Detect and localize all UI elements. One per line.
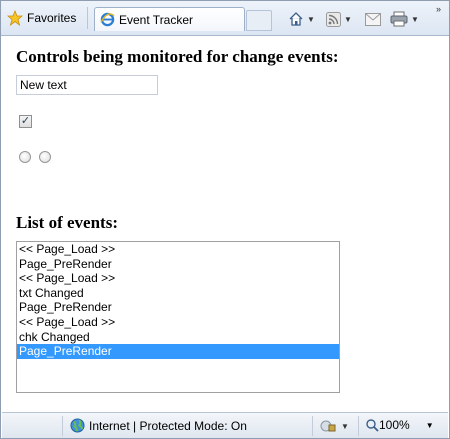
chevron-down-icon[interactable]: ▼ xyxy=(307,15,315,24)
mail-icon xyxy=(365,12,381,26)
magnifier-icon xyxy=(366,418,379,432)
security-zone[interactable]: Internet | Protected Mode: On xyxy=(70,418,247,433)
status-divider xyxy=(312,416,313,436)
chevron-down-icon[interactable]: ▼ xyxy=(344,15,352,24)
radio-button-1[interactable] xyxy=(19,151,31,163)
status-divider xyxy=(62,416,63,436)
chk-checkbox[interactable]: ✓ xyxy=(19,115,32,128)
zone-text: Internet | Protected Mode: On xyxy=(89,418,247,433)
chevron-double-icon[interactable]: » xyxy=(436,4,441,14)
radio-button-2[interactable] xyxy=(39,151,51,163)
chevron-down-icon[interactable]: ▼ xyxy=(411,15,419,24)
controls-heading: Controls being monitored for change even… xyxy=(16,47,339,66)
home-button[interactable]: ▼ xyxy=(288,10,315,28)
favorites-label: Favorites xyxy=(27,11,77,25)
chevron-down-icon[interactable]: ▼ xyxy=(341,422,349,431)
ie-icon xyxy=(100,12,115,27)
new-tab-button[interactable] xyxy=(246,10,272,31)
chevron-down-icon[interactable]: ▼ xyxy=(426,421,434,430)
tab-title: Event Tracker xyxy=(119,12,194,27)
list-item[interactable]: chk Changed xyxy=(17,330,339,345)
mail-button[interactable] xyxy=(365,10,381,28)
page-content: Controls being monitored for change even… xyxy=(2,37,448,411)
feeds-button[interactable]: ▼ xyxy=(326,10,352,28)
security-icon xyxy=(320,420,336,432)
zoom-control[interactable]: 100% ▼ xyxy=(366,418,434,432)
home-icon xyxy=(289,12,303,26)
events-listbox[interactable]: << Page_Load >> Page_PreRender << Page_Loa… xyxy=(16,241,340,393)
list-item[interactable]: Page_PreRender xyxy=(17,344,339,359)
browser-window: Favorites Event Tracker ▼ ▼ ▼ » Controls… xyxy=(0,0,450,439)
rss-icon xyxy=(326,11,341,27)
print-icon xyxy=(390,11,408,27)
list-item[interactable]: txt Changed xyxy=(17,286,339,301)
list-item[interactable]: << Page_Load >> xyxy=(17,315,339,330)
list-item[interactable]: << Page_Load >> xyxy=(17,242,339,257)
tab-event-tracker[interactable]: Event Tracker xyxy=(94,7,245,31)
protected-mode-button[interactable]: ▼ xyxy=(320,419,349,433)
toolbar-separator xyxy=(87,7,88,29)
star-icon xyxy=(7,10,23,26)
print-button[interactable]: ▼ xyxy=(390,10,419,28)
list-item[interactable]: Page_PreRender xyxy=(17,257,339,272)
status-divider xyxy=(358,416,359,436)
events-heading: List of events: xyxy=(16,213,118,232)
globe-icon xyxy=(70,418,85,433)
txt-textbox[interactable]: New text xyxy=(16,75,158,95)
list-item[interactable]: Page_PreRender xyxy=(17,300,339,315)
list-item[interactable]: << Page_Load >> xyxy=(17,271,339,286)
status-bar: Internet | Protected Mode: On ▼ 100% ▼ xyxy=(2,412,448,438)
zoom-text: 100% xyxy=(379,418,410,432)
browser-toolbar: Favorites Event Tracker ▼ ▼ ▼ » xyxy=(1,1,449,36)
favorites-button[interactable]: Favorites xyxy=(7,8,76,28)
